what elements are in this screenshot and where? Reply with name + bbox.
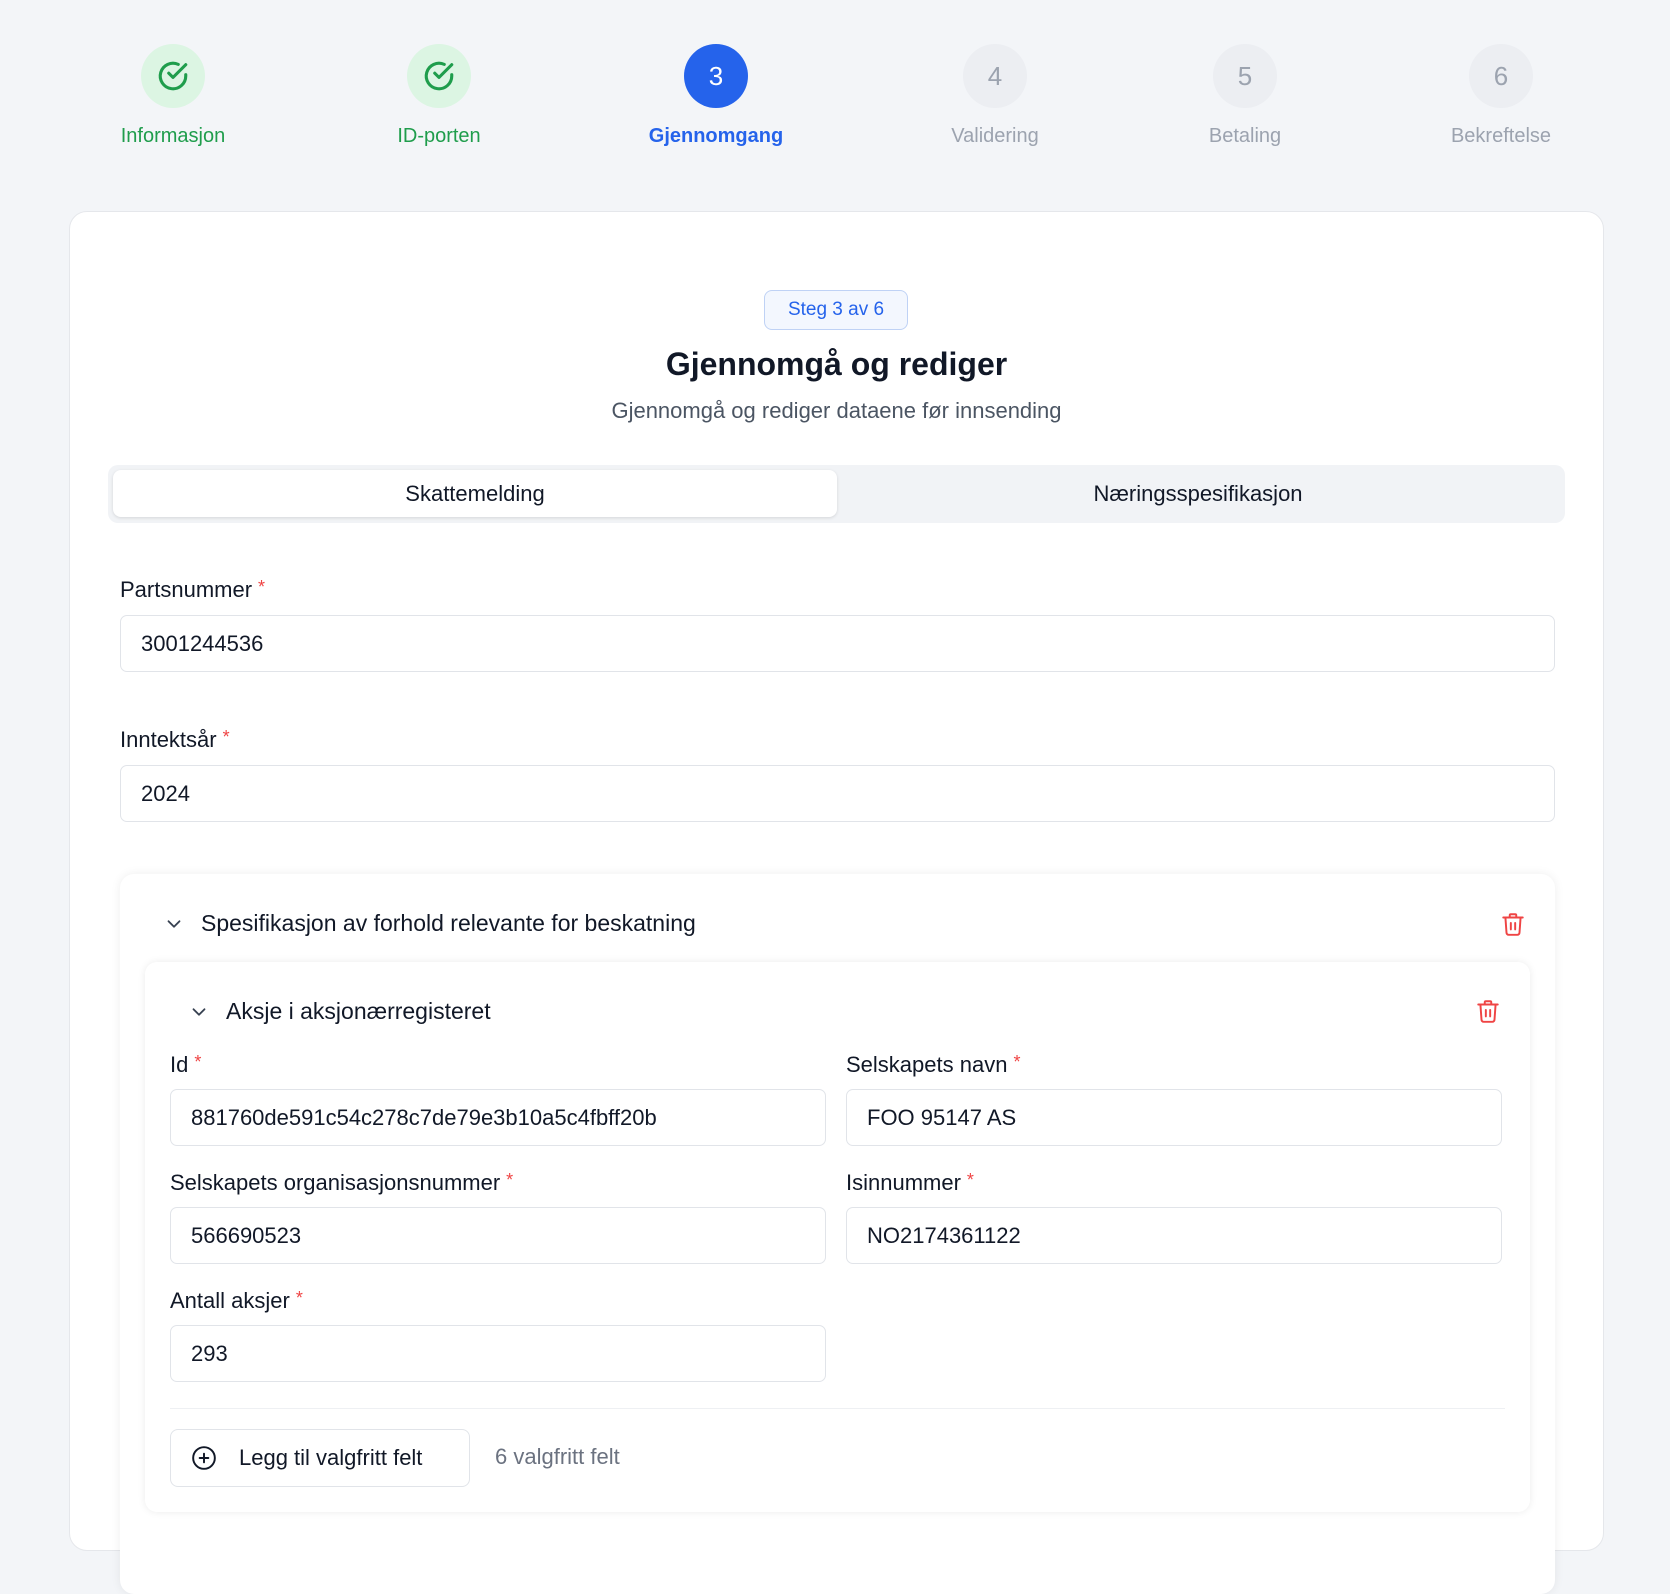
step-circle: 5: [1213, 44, 1277, 108]
add-optional-field-label: Legg til valgfritt felt: [239, 1445, 423, 1470]
required-marker: *: [966, 1170, 974, 1190]
section-aksje-header[interactable]: Aksje i aksjonærregisteret: [188, 998, 491, 1025]
step-label: Validering: [951, 125, 1039, 147]
required-marker: *: [222, 727, 230, 747]
check-circle-icon: [158, 61, 188, 91]
partsnummer-label-text: Partsnummer: [120, 577, 253, 602]
step-id-porten[interactable]: ID-porten: [319, 44, 559, 148]
inntektsar-label-text: Inntektsår: [120, 727, 217, 752]
section-aksje: Aksje i aksjonærregisteret Id * 881760de5…: [145, 962, 1530, 1512]
page-subtitle: Gjennomgå og rediger dataene før innsend…: [611, 398, 1062, 423]
required-marker: *: [1013, 1052, 1021, 1072]
section-spesifikasjon: Spesifikasjon av forhold relevante for b…: [120, 874, 1555, 1594]
step-circle: 3: [684, 44, 748, 108]
partsnummer-field[interactable]: 3001244536: [120, 615, 1555, 672]
optional-field-count: 6 valgfritt felt: [495, 1444, 620, 1469]
isinnummer-field[interactable]: NO2174361122: [846, 1207, 1502, 1264]
id-label-text: Id: [170, 1052, 189, 1077]
id-label: Id *: [170, 1052, 201, 1078]
inntektsar-field[interactable]: 2024: [120, 765, 1555, 822]
step-gjennomgang[interactable]: 3 Gjennomgang: [596, 44, 836, 148]
step-circle: [407, 44, 471, 108]
selskapets-navn-label: Selskapets navn *: [846, 1052, 1020, 1078]
partsnummer-label: Partsnummer *: [120, 577, 265, 603]
selskapets-navn-field[interactable]: FOO 95147 AS: [846, 1089, 1502, 1146]
trash-icon[interactable]: [1500, 911, 1526, 937]
antall-aksjer-label: Antall aksjer *: [170, 1288, 303, 1314]
check-circle-icon: [424, 61, 454, 91]
tab-naeringsspesifikasjon[interactable]: Næringsspesifikasjon: [836, 470, 1560, 517]
antall-aksjer-label-text: Antall aksjer: [170, 1288, 290, 1313]
step-circle: [141, 44, 205, 108]
orgnr-label-text: Selskapets organisasjonsnummer: [170, 1170, 501, 1195]
section-spesifikasjon-title: Spesifikasjon av forhold relevante for b…: [201, 910, 696, 936]
step-label: Betaling: [1208, 125, 1282, 147]
step-circle: 4: [963, 44, 1027, 108]
trash-icon[interactable]: [1475, 998, 1501, 1024]
required-marker: *: [506, 1170, 514, 1190]
required-marker: *: [194, 1052, 202, 1072]
orgnr-field[interactable]: 566690523: [170, 1207, 826, 1264]
isinnummer-label: Isinnummer *: [846, 1170, 974, 1196]
step-badge: Steg 3 av 6: [764, 290, 908, 330]
isinnummer-label-text: Isinnummer: [846, 1170, 961, 1195]
step-label: Gjennomgang: [648, 125, 784, 147]
step-betaling: 5 Betaling: [1125, 44, 1365, 148]
required-marker: *: [258, 577, 266, 597]
chevron-down-icon: [167, 919, 181, 928]
step-label: Informasjon: [120, 125, 226, 147]
required-marker: *: [295, 1288, 303, 1308]
step-informasjon[interactable]: Informasjon: [53, 44, 293, 148]
page-title: Gjennomgå og rediger: [665, 346, 1008, 382]
step-circle: 6: [1469, 44, 1533, 108]
tab-bar: Skattemelding Næringsspesifikasjon: [108, 465, 1565, 523]
orgnr-label: Selskapets organisasjonsnummer *: [170, 1170, 513, 1196]
add-optional-field-button[interactable]: Legg til valgfritt felt: [170, 1429, 470, 1487]
id-field[interactable]: 881760de591c54c278c7de79e3b10a5c4fbff20b: [170, 1089, 826, 1146]
selskapets-navn-label-text: Selskapets navn: [846, 1052, 1008, 1077]
step-label: ID-porten: [397, 125, 481, 147]
inntektsar-label: Inntektsår *: [120, 727, 230, 753]
step-label: Bekreftelse: [1450, 125, 1552, 147]
divider: [170, 1408, 1505, 1409]
antall-aksjer-field[interactable]: 293: [170, 1325, 826, 1382]
review-card: Steg 3 av 6 Gjennomgå og rediger Gjennom…: [69, 211, 1604, 1594]
section-aksje-title: Aksje i aksjonærregisteret: [226, 998, 491, 1024]
plus-circle-icon: [192, 1446, 216, 1470]
step-validering: 4 Validering: [875, 44, 1115, 148]
section-spesifikasjon-header[interactable]: Spesifikasjon av forhold relevante for b…: [163, 910, 696, 937]
progress-stepper: Informasjon ID-porten 3 Gjennomgang 4 Va…: [0, 0, 1670, 170]
chevron-down-icon: [192, 1007, 206, 1016]
tab-skattemelding[interactable]: Skattemelding: [113, 470, 837, 517]
step-bekreftelse: 6 Bekreftelse: [1381, 44, 1621, 148]
